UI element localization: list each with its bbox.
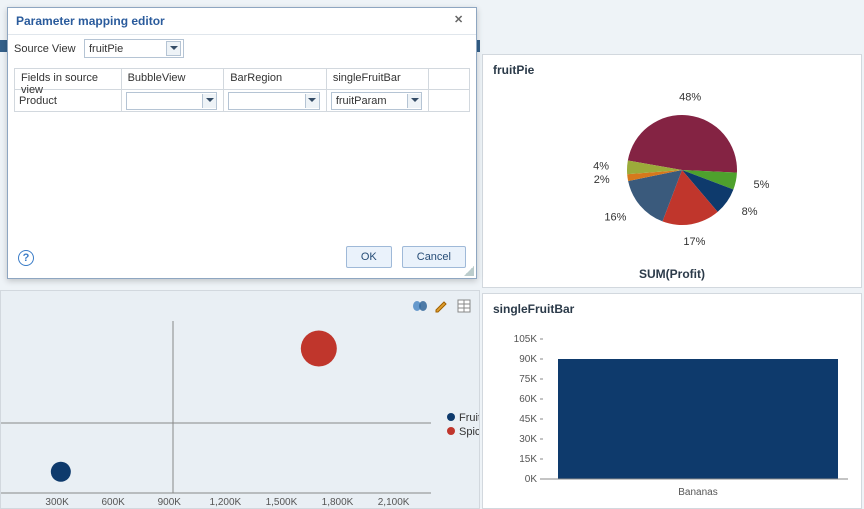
mapping-grid-header: Fields in source view BubbleView BarRegi… <box>14 68 470 90</box>
bar-ytick: 90K <box>519 354 537 365</box>
resize-grip[interactable] <box>464 266 474 276</box>
edit-icon[interactable] <box>433 297 451 315</box>
ok-button[interactable]: OK <box>346 246 392 268</box>
help-icon[interactable]: ? <box>18 250 34 266</box>
col-singlefruit-header: singleFruitBar <box>327 69 430 90</box>
dialog-title-text: Parameter mapping editor <box>16 14 165 28</box>
bar-ytick: 60K <box>519 394 537 405</box>
pie-caption: SUM(Profit) <box>483 267 861 281</box>
bar-category-label: Bananas <box>678 487 717 498</box>
singlefruit-param-combo[interactable]: fruitParam <box>331 92 423 110</box>
pie-slice-label: 48% <box>679 91 701 103</box>
bar-ytick: 30K <box>519 434 537 445</box>
pie-slice-label: 17% <box>683 236 705 248</box>
bar-chart-panel: singleFruitBar 0K 15K 30K 45K 60K 75K 90K 105K … <box>482 293 862 509</box>
close-icon[interactable] <box>454 12 470 28</box>
col-barregion-header: BarRegion <box>224 69 327 90</box>
bubble-xtick: 1,200K <box>209 497 241 508</box>
pie-chart-panel: fruitPie 48% 5% 8% 17% 16% 2% 4% SUM(Profit) <box>482 54 862 288</box>
data-grid-icon[interactable] <box>455 297 473 315</box>
bar-ytick: 15K <box>519 454 537 465</box>
legend-spices-label: Spices <box>459 426 479 438</box>
bar-ytick: 105K <box>514 334 538 345</box>
source-view-value: fruitPie <box>89 43 123 55</box>
pie-chart-svg[interactable]: 48% 5% 8% 17% 16% 2% 4% <box>532 85 812 255</box>
chevron-down-icon <box>166 41 181 56</box>
bar-bananas[interactable] <box>558 359 838 479</box>
bubble-point[interactable] <box>301 331 337 367</box>
bubble-xtick: 1,800K <box>322 497 354 508</box>
pie-slice-label: 8% <box>742 206 758 218</box>
legend-fruit-label: Fruit <box>459 412 479 424</box>
row-field-name: Product <box>15 90 122 111</box>
parameter-mapping-dialog: Parameter mapping editor Source View fru… <box>7 7 477 279</box>
bubble-xtick: 600K <box>101 497 125 508</box>
bar-ytick: 75K <box>519 374 537 385</box>
chevron-down-icon <box>202 94 216 108</box>
barregion-param-combo[interactable] <box>228 92 320 110</box>
bubble-chart-panel: 300K 600K 900K 1,200K 1,500K 1,800K 2,100K Fru… <box>0 290 480 509</box>
bubble-param-combo[interactable] <box>126 92 218 110</box>
pie-slice-label: 4% <box>593 160 609 172</box>
pie-slice-label: 5% <box>753 179 769 191</box>
mapping-grid-row: Product fruitParam <box>14 90 470 112</box>
chevron-down-icon <box>407 94 421 108</box>
chevron-down-icon <box>305 94 319 108</box>
bubble-point[interactable] <box>51 462 71 482</box>
source-view-label: Source View <box>14 43 84 55</box>
pie-title: fruitPie <box>483 55 861 85</box>
merge-icon[interactable] <box>411 297 429 315</box>
bar-ytick: 45K <box>519 414 537 425</box>
bubble-chart-svg[interactable]: 300K 600K 900K 1,200K 1,500K 1,800K 2,100K Fru… <box>1 291 479 509</box>
dialog-title: Parameter mapping editor <box>8 8 476 35</box>
pie-slice-label: 2% <box>594 174 610 186</box>
cancel-button[interactable]: Cancel <box>402 246 466 268</box>
bar-title: singleFruitBar <box>483 294 861 324</box>
bar-chart-svg[interactable]: 0K 15K 30K 45K 60K 75K 90K 105K Bananas <box>493 324 853 504</box>
bubble-xtick: 300K <box>45 497 69 508</box>
bubble-xtick: 2,100K <box>378 497 410 508</box>
bubble-xtick: 900K <box>158 497 182 508</box>
bubble-xtick: 1,500K <box>266 497 298 508</box>
col-bubble-header: BubbleView <box>122 69 225 90</box>
bar-ytick: 0K <box>525 474 538 485</box>
pie-slice-label: 16% <box>604 211 626 223</box>
source-view-combo[interactable]: fruitPie <box>84 39 184 58</box>
col-fields-header: Fields in source view <box>15 69 122 90</box>
